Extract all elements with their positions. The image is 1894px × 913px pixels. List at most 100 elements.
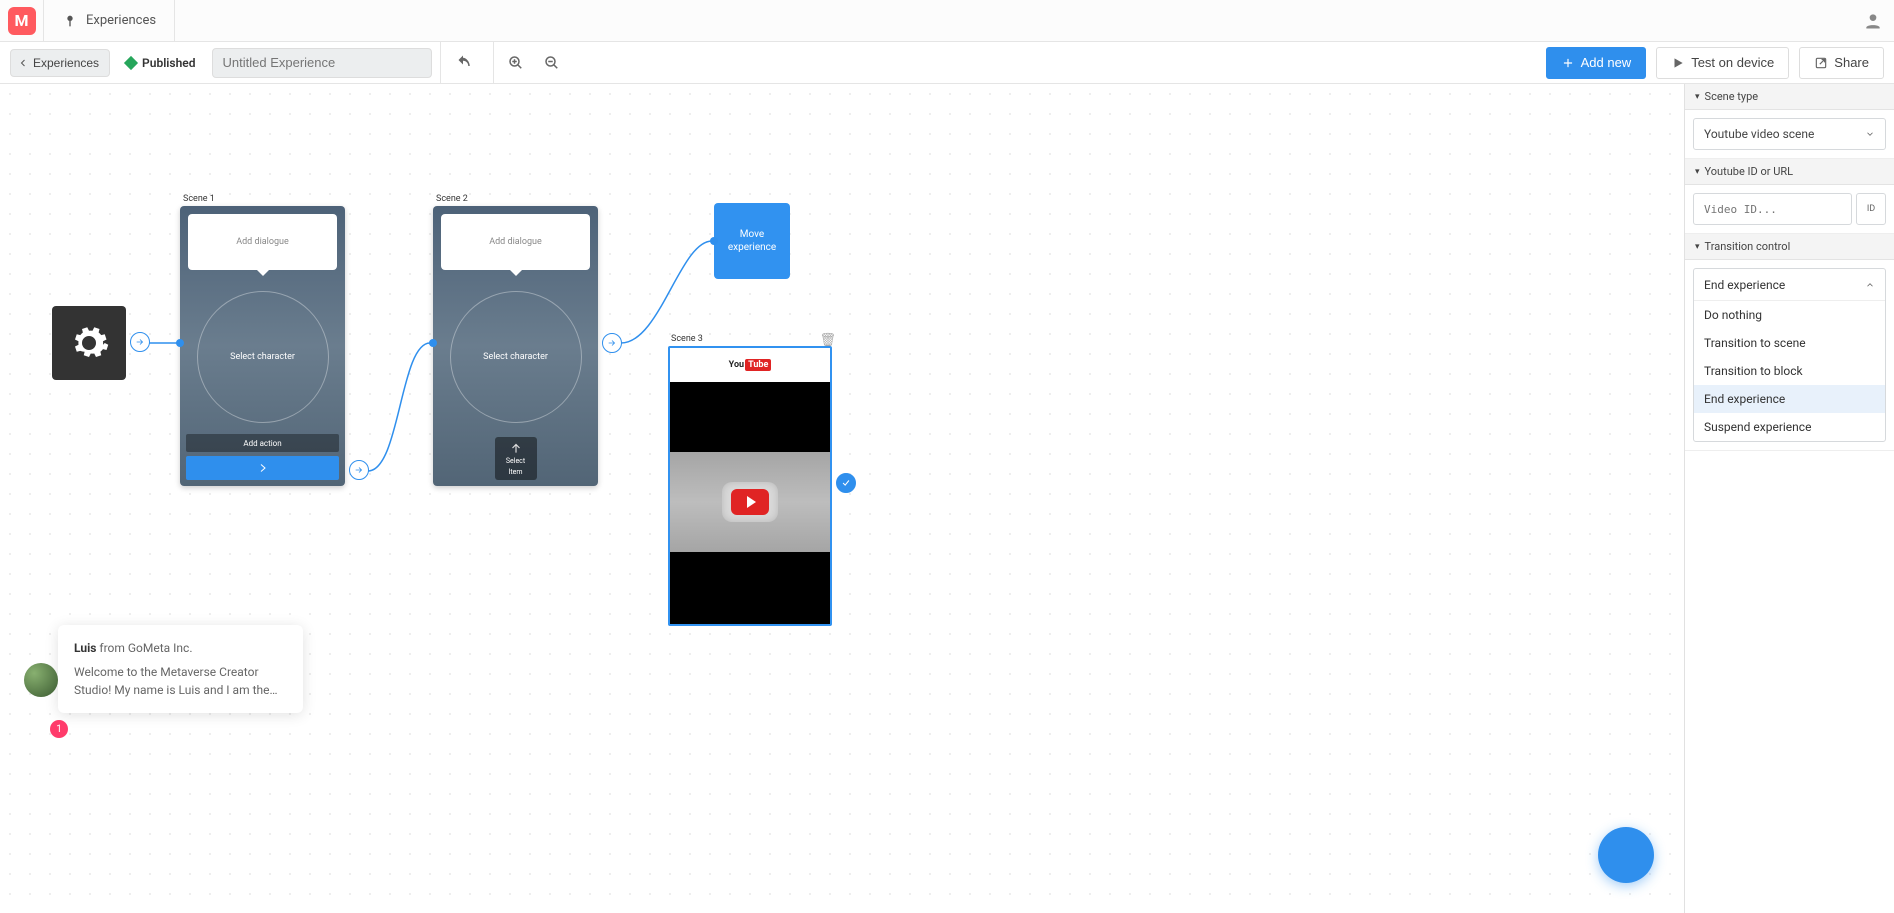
- tree-icon: [62, 13, 78, 29]
- chat-fab[interactable]: [1598, 827, 1654, 883]
- scene-2-character[interactable]: Select character: [450, 291, 582, 423]
- play-button[interactable]: [722, 482, 778, 522]
- test-on-device-button[interactable]: Test on device: [1656, 47, 1789, 79]
- transition-select[interactable]: End experience Do nothing Transition to …: [1693, 268, 1886, 442]
- scene-3-output-port[interactable]: [836, 473, 856, 493]
- arrow-right-icon: [607, 338, 617, 348]
- add-new-label: Add new: [1581, 55, 1632, 70]
- experience-title-input[interactable]: [212, 48, 432, 78]
- video-bar-top: [670, 382, 830, 452]
- zoom-in-button[interactable]: [504, 51, 528, 75]
- scene-1-input-dot: [176, 339, 184, 347]
- chat-unread-badge: 1: [50, 720, 68, 738]
- breadcrumb-experiences[interactable]: Experiences: [10, 49, 110, 77]
- opt-transition-scene[interactable]: Transition to scene: [1694, 329, 1885, 357]
- arrow-right-icon: [135, 337, 145, 347]
- move-experience-node[interactable]: Move experience: [714, 203, 790, 279]
- transition-current: End experience: [1704, 278, 1785, 292]
- item-text-1: Select: [506, 457, 525, 465]
- scene-1-label: Scene 1: [180, 194, 345, 204]
- diamond-icon: [124, 55, 138, 69]
- check-icon: [841, 478, 851, 488]
- dialogue-text: Add dialogue: [489, 237, 542, 247]
- chat-sender-line: Luis from GoMeta Inc.: [74, 639, 287, 657]
- video-id-input[interactable]: [1693, 193, 1852, 225]
- arrow-up-icon: [509, 441, 523, 455]
- section-youtube-id[interactable]: Youtube ID or URL: [1685, 159, 1894, 185]
- logo[interactable]: M: [0, 0, 44, 42]
- scene-2-output-port[interactable]: [602, 333, 622, 353]
- scene-1-dialogue[interactable]: Add dialogue: [188, 214, 337, 270]
- play-icon: [1671, 56, 1685, 70]
- section-transition[interactable]: Transition control: [1685, 234, 1894, 260]
- character-text: Select character: [483, 352, 548, 362]
- add-new-button[interactable]: Add new: [1546, 47, 1647, 79]
- chevron-right-icon: [257, 462, 269, 474]
- chat-popup[interactable]: Luis from GoMeta Inc. Welcome to the Met…: [58, 625, 303, 713]
- chat-from: from GoMeta Inc.: [96, 641, 192, 655]
- settings-node[interactable]: [52, 306, 126, 380]
- youtube-logo-icon: YouTube: [729, 360, 772, 370]
- scene-type-select[interactable]: Youtube video scene: [1693, 118, 1886, 150]
- section-scene-type[interactable]: Scene type: [1685, 84, 1894, 110]
- move-l1: Move: [740, 228, 764, 241]
- character-text: Select character: [230, 352, 295, 362]
- scene-1-character[interactable]: Select character: [197, 291, 329, 423]
- video-bar-bottom: [670, 552, 830, 626]
- app-bar: M Experiences: [0, 0, 1894, 42]
- zoom-out-button[interactable]: [540, 51, 564, 75]
- arrow-right-icon: [354, 465, 364, 475]
- opt-end-experience[interactable]: End experience: [1694, 385, 1885, 413]
- undo-icon: [454, 54, 472, 72]
- scene-1[interactable]: Scene 1 Add dialogue Select character Ad…: [180, 194, 345, 486]
- scene-1-output-port[interactable]: [349, 460, 369, 480]
- share-button[interactable]: Share: [1799, 47, 1884, 79]
- test-label: Test on device: [1691, 55, 1774, 70]
- scene-1-add-action[interactable]: Add action: [186, 434, 339, 452]
- video-thumbnail: [670, 452, 830, 552]
- scene-1-next[interactable]: [186, 456, 339, 480]
- play-icon: [731, 489, 769, 515]
- toolbar: Experiences Published Add new Test on de…: [0, 42, 1894, 84]
- status-label: Published: [142, 56, 195, 70]
- share-label: Share: [1834, 55, 1869, 70]
- gear-icon: [68, 322, 110, 364]
- dialogue-text: Add dialogue: [236, 237, 289, 247]
- zoom-out-icon: [543, 54, 561, 72]
- inspector-panel: Scene type Youtube video scene Youtube I…: [1684, 84, 1894, 913]
- scene-2-input-dot: [429, 339, 437, 347]
- opt-suspend-experience[interactable]: Suspend experience: [1694, 413, 1885, 441]
- chevron-left-icon: [17, 57, 29, 69]
- share-icon: [1814, 56, 1828, 70]
- opt-transition-block[interactable]: Transition to block: [1694, 357, 1885, 385]
- zoom-in-icon: [507, 54, 525, 72]
- action-text: Add action: [243, 439, 281, 448]
- scene-2-select-item[interactable]: Select Item: [495, 437, 537, 480]
- id-badge: ID: [1856, 193, 1886, 225]
- tab-experiences[interactable]: Experiences: [44, 0, 175, 42]
- scene-2-dialogue[interactable]: Add dialogue: [441, 214, 590, 270]
- publish-status: Published: [118, 56, 203, 70]
- tab-label: Experiences: [86, 13, 156, 28]
- undo-button[interactable]: [451, 51, 475, 75]
- scene-3[interactable]: Scene 3 🗑 YouTube: [668, 334, 832, 626]
- youtube-header: YouTube: [670, 348, 830, 382]
- account-icon[interactable]: [1852, 11, 1894, 31]
- breadcrumb-label: Experiences: [33, 56, 99, 70]
- caret-up-icon: [1865, 280, 1875, 290]
- move-input-dot: [710, 237, 718, 245]
- scene-2-label: Scene 2: [433, 194, 598, 204]
- plus-icon: [1561, 56, 1575, 70]
- scene-3-label: Scene 3: [668, 334, 832, 344]
- move-l2: experience: [728, 241, 776, 254]
- gear-output-port[interactable]: [130, 332, 150, 352]
- chat-body: Welcome to the Metaverse Creator Studio!…: [74, 663, 287, 699]
- chat-sender: Luis: [74, 641, 96, 655]
- chat-avatar[interactable]: [24, 663, 58, 697]
- opt-do-nothing[interactable]: Do nothing: [1694, 301, 1885, 329]
- caret-down-icon: [1865, 129, 1875, 139]
- scene-2[interactable]: Scene 2 Add dialogue Select character Se…: [433, 194, 598, 486]
- item-text-2: Item: [508, 468, 522, 476]
- canvas[interactable]: Scene 1 Add dialogue Select character Ad…: [0, 84, 1684, 913]
- scene-type-value: Youtube video scene: [1704, 127, 1814, 141]
